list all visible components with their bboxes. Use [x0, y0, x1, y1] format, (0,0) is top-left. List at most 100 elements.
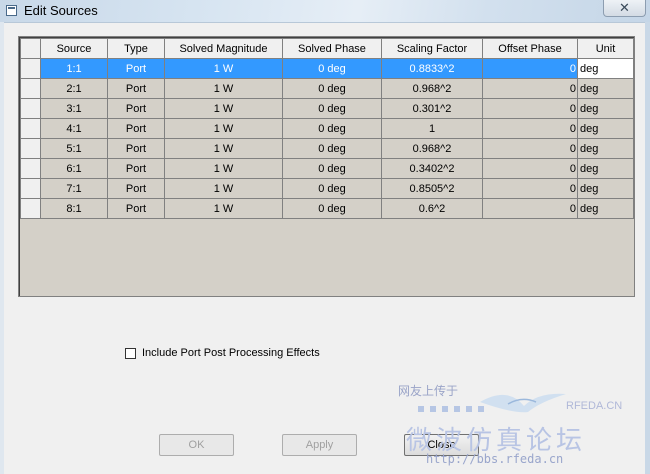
close-button[interactable]: Close — [404, 434, 479, 456]
cell-scaling-factor[interactable]: 0.968^2 — [381, 78, 483, 99]
table-row[interactable]: 8:1 Port 1 W0 deg 0.6^2 0 deg — [20, 198, 634, 219]
cell-source[interactable]: 8:1 — [40, 198, 108, 219]
cell-offset-phase[interactable]: 0 — [482, 78, 578, 99]
include-port-post-checkbox[interactable] — [125, 347, 136, 359]
cell-unit[interactable]: deg — [577, 158, 634, 179]
cell-source[interactable]: 2:1 — [40, 78, 108, 99]
include-port-post-label: Include Port Post Processing Effects — [142, 347, 320, 359]
window-title: Edit Sources — [24, 3, 98, 18]
close-icon: ✕ — [619, 0, 630, 15]
row-header[interactable] — [20, 178, 41, 199]
cell-type[interactable]: Port — [107, 118, 165, 139]
cell-offset-phase[interactable]: 0 — [482, 178, 578, 199]
table-row[interactable]: 2:1 Port 1 W0 deg 0.968^2 0 deg — [20, 78, 634, 99]
window-frame-left — [0, 22, 4, 474]
cell-scaling-factor[interactable]: 0.8833^2 — [381, 58, 483, 79]
cell-source[interactable]: 5:1 — [40, 138, 108, 159]
watermark: 网友上传于 RFEDA.CN 微波仿真论坛 http://bbs.rfeda.c… — [388, 380, 643, 472]
row-header[interactable] — [20, 118, 41, 139]
cell-unit[interactable]: deg — [577, 78, 634, 99]
table-row[interactable]: 4:1 Port 1 W0 deg 1 0 deg — [20, 118, 634, 139]
ok-button[interactable]: OK — [159, 434, 234, 456]
corner-header — [20, 38, 41, 59]
cell-solved-phase[interactable]: 0 deg — [282, 58, 382, 79]
cell-unit[interactable]: deg — [577, 118, 634, 139]
cell-unit[interactable]: deg — [577, 138, 634, 159]
include-port-post-option[interactable]: Include Port Post Processing Effects — [125, 346, 320, 360]
column-header-solved-magnitude[interactable]: Solved Magnitude — [164, 38, 283, 59]
cell-solved-phase[interactable]: 0 deg — [282, 158, 382, 179]
cell-unit[interactable]: deg — [577, 58, 634, 79]
cell-solved-phase[interactable]: 0 deg — [282, 78, 382, 99]
cell-type[interactable]: Port — [107, 58, 165, 79]
cell-solved-magnitude[interactable]: 1 W — [164, 198, 283, 219]
sources-table: Source Type Solved Magnitude Solved Phase Sc… — [20, 38, 634, 219]
cell-unit[interactable]: deg — [577, 198, 634, 219]
row-header[interactable] — [20, 198, 41, 219]
cell-unit[interactable]: deg — [577, 178, 634, 199]
cell-type[interactable]: Port — [107, 158, 165, 179]
row-header[interactable] — [20, 58, 41, 79]
cell-solved-magnitude[interactable]: 1 W — [164, 118, 283, 139]
cell-offset-phase[interactable]: 0 — [482, 98, 578, 119]
watermark-dots-icon — [418, 406, 484, 412]
apply-button[interactable]: Apply — [282, 434, 357, 456]
column-header-offset-phase[interactable]: Offset Phase — [482, 38, 578, 59]
column-header-type[interactable]: Type — [107, 38, 165, 59]
cell-scaling-factor[interactable]: 1 — [381, 118, 483, 139]
cell-scaling-factor[interactable]: 0.8505^2 — [381, 178, 483, 199]
close-window-button[interactable]: ✕ — [603, 0, 646, 17]
cell-unit[interactable]: deg — [577, 98, 634, 119]
cell-offset-phase[interactable]: 0 — [482, 58, 578, 79]
cell-solved-phase[interactable]: 0 deg — [282, 178, 382, 199]
column-header-unit[interactable]: Unit — [577, 38, 634, 59]
table-row[interactable]: 6:1 Port 1 W0 deg 0.3402^2 0 deg — [20, 158, 634, 179]
row-header[interactable] — [20, 158, 41, 179]
cell-source[interactable]: 6:1 — [40, 158, 108, 179]
table-row[interactable]: 7:1 Port 1 W0 deg 0.8505^2 0 deg — [20, 178, 634, 199]
cell-offset-phase[interactable]: 0 — [482, 158, 578, 179]
watermark-bird-icon — [480, 393, 566, 413]
table-row[interactable]: 3:1 Port 1 W0 deg 0.301^2 0 deg — [20, 98, 634, 119]
table-row[interactable]: 1:1 Port 1 W0 deg 0.8833^2 0 deg — [20, 58, 634, 79]
cell-source[interactable]: 1:1 — [40, 58, 108, 79]
cell-scaling-factor[interactable]: 0.6^2 — [381, 198, 483, 219]
cell-type[interactable]: Port — [107, 98, 165, 119]
watermark-brand: RFEDA.CN — [566, 400, 623, 412]
column-header-solved-phase[interactable]: Solved Phase — [282, 38, 382, 59]
cell-solved-phase[interactable]: 0 deg — [282, 118, 382, 139]
cell-source[interactable]: 3:1 — [40, 98, 108, 119]
cell-solved-magnitude[interactable]: 1 W — [164, 158, 283, 179]
cell-type[interactable]: Port — [107, 178, 165, 199]
column-header-scaling-factor[interactable]: Scaling Factor — [381, 38, 483, 59]
row-header[interactable] — [20, 138, 41, 159]
window-frame-right — [645, 22, 650, 474]
cell-offset-phase[interactable]: 0 — [482, 118, 578, 139]
cell-solved-magnitude[interactable]: 1 W — [164, 178, 283, 199]
cell-offset-phase[interactable]: 0 — [482, 198, 578, 219]
title-bar[interactable]: Edit Sources ✕ — [0, 0, 650, 23]
cell-scaling-factor[interactable]: 0.3402^2 — [381, 158, 483, 179]
cell-source[interactable]: 4:1 — [40, 118, 108, 139]
cell-scaling-factor[interactable]: 0.968^2 — [381, 138, 483, 159]
column-header-source[interactable]: Source — [40, 38, 108, 59]
cell-solved-magnitude[interactable]: 1 W — [164, 138, 283, 159]
cell-scaling-factor[interactable]: 0.301^2 — [381, 98, 483, 119]
row-header[interactable] — [20, 98, 41, 119]
cell-type[interactable]: Port — [107, 138, 165, 159]
cell-offset-phase[interactable]: 0 — [482, 138, 578, 159]
cell-solved-phase[interactable]: 0 deg — [282, 98, 382, 119]
table-row[interactable]: 5:1 Port 1 W0 deg 0.968^2 0 deg — [20, 138, 634, 159]
cell-solved-phase[interactable]: 0 deg — [282, 198, 382, 219]
table-header-row: Source Type Solved Magnitude Solved Phase Sc… — [20, 38, 634, 59]
cell-solved-magnitude[interactable]: 1 W — [164, 98, 283, 119]
cell-solved-magnitude[interactable]: 1 W — [164, 58, 283, 79]
cell-source[interactable]: 7:1 — [40, 178, 108, 199]
cell-type[interactable]: Port — [107, 198, 165, 219]
row-header[interactable] — [20, 78, 41, 99]
sources-grid[interactable]: Source Type Solved Magnitude Solved Phase Sc… — [18, 36, 635, 297]
cell-solved-phase[interactable]: 0 deg — [282, 138, 382, 159]
cell-type[interactable]: Port — [107, 78, 165, 99]
window-icon — [6, 5, 17, 16]
cell-solved-magnitude[interactable]: 1 W — [164, 78, 283, 99]
